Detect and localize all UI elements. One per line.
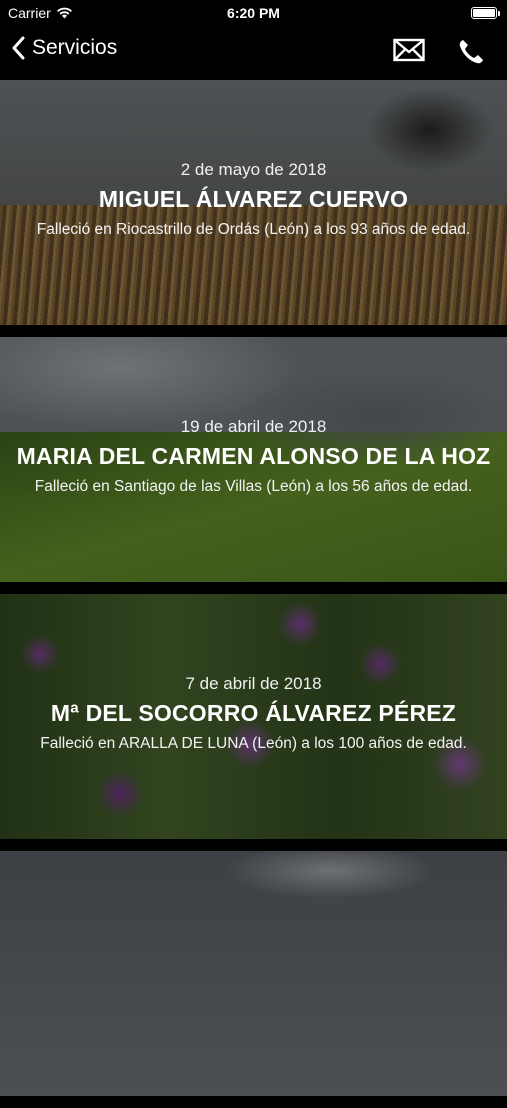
back-label: Servicios <box>32 36 118 59</box>
obituary-description: Falleció en Santiago de las Villas (León… <box>34 478 473 495</box>
obituary-card-partial[interactable] <box>0 851 507 1096</box>
card-overlay <box>0 851 507 1096</box>
back-button[interactable]: Servicios <box>12 36 117 60</box>
battery-icon <box>471 7 500 19</box>
card-content: 19 de abril de 2018 MARIA DEL CARMEN ALO… <box>0 417 507 496</box>
card-content: 7 de abril de 2018 Mª DEL SOCORRO ÁLVARE… <box>0 674 507 753</box>
obituary-name: MARIA DEL CARMEN ALONSO DE LA HOZ <box>16 443 491 469</box>
status-bar: Carrier 6:20 PM <box>0 0 507 28</box>
nav-actions <box>393 38 485 66</box>
obituary-card[interactable]: 19 de abril de 2018 MARIA DEL CARMEN ALO… <box>0 337 507 582</box>
card-content: 2 de mayo de 2018 MIGUEL ÁLVAREZ CUERVO … <box>0 160 507 239</box>
obituary-list: 2 de mayo de 2018 MIGUEL ÁLVAREZ CUERVO … <box>0 80 507 1108</box>
obituary-name: Mª DEL SOCORRO ÁLVAREZ PÉREZ <box>50 700 457 726</box>
mail-icon[interactable] <box>393 38 425 62</box>
obituary-description: Falleció en ARALLA DE LUNA (León) a los … <box>40 735 467 752</box>
obituary-date: 7 de abril de 2018 <box>185 674 322 693</box>
chevron-left-icon <box>12 36 25 60</box>
obituary-date: 2 de mayo de 2018 <box>180 160 327 179</box>
obituary-card[interactable]: 2 de mayo de 2018 MIGUEL ÁLVAREZ CUERVO … <box>0 80 507 325</box>
obituary-date: 19 de abril de 2018 <box>180 417 327 436</box>
obituary-description: Falleció en Riocastrillo de Ordás (León)… <box>36 221 471 238</box>
obituary-name: MIGUEL ÁLVAREZ CUERVO <box>98 186 409 212</box>
status-time: 6:20 PM <box>227 5 280 21</box>
obituary-card[interactable]: 7 de abril de 2018 Mª DEL SOCORRO ÁLVARE… <box>0 594 507 839</box>
phone-icon[interactable] <box>457 38 485 66</box>
navigation-bar: Servicios <box>0 28 507 78</box>
